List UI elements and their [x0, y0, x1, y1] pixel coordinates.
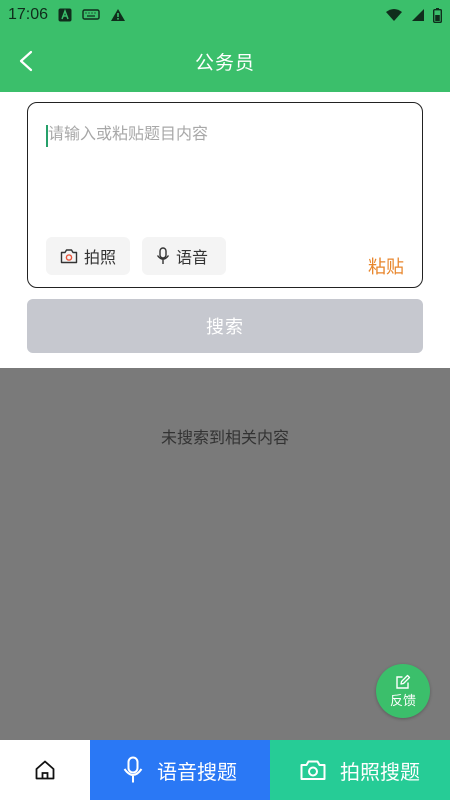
home-icon [35, 760, 55, 780]
voice-search-tab[interactable]: 语音搜题 [90, 740, 270, 800]
keyboard-icon [82, 8, 100, 22]
home-tab[interactable] [0, 740, 90, 800]
photo-search-label: 拍照搜题 [340, 759, 420, 784]
status-left: 17:06 [8, 6, 126, 24]
signal-icon [411, 8, 425, 22]
a-icon [58, 8, 72, 22]
feedback-button[interactable]: 反馈 [376, 664, 430, 718]
warning-icon [110, 8, 126, 22]
battery-icon [433, 7, 442, 23]
camera-icon [300, 760, 326, 780]
photo-search-tab[interactable]: 拍照搜题 [270, 740, 450, 800]
edit-icon [396, 674, 411, 689]
paste-button[interactable]: 粘贴 [368, 253, 404, 279]
back-button[interactable] [10, 44, 44, 78]
microphone-icon [123, 756, 143, 783]
status-bar: 17:06 [0, 0, 450, 30]
search-button[interactable]: 搜索 [27, 299, 423, 353]
voice-chip-label: 语音 [176, 248, 209, 267]
camera-icon [60, 249, 78, 264]
empty-results-text: 未搜索到相关内容 [160, 428, 289, 447]
chevron-left-icon [19, 50, 33, 72]
wifi-icon [385, 8, 403, 22]
status-time: 17:06 [8, 6, 49, 23]
photo-chip-button[interactable]: 拍照 [46, 237, 130, 275]
app-header: 公务员 [0, 30, 450, 92]
question-input-box[interactable]: 拍照 语音 粘贴 [27, 102, 423, 288]
voice-chip-button[interactable]: 语音 [142, 237, 226, 275]
photo-chip-label: 拍照 [84, 248, 117, 267]
status-right [385, 7, 442, 23]
question-input[interactable] [48, 124, 408, 143]
bottom-bar: 语音搜题 拍照搜题 [0, 740, 450, 800]
search-panel: 拍照 语音 粘贴 搜索 [0, 92, 450, 368]
feedback-label: 反馈 [389, 693, 416, 709]
voice-search-label: 语音搜题 [157, 759, 237, 784]
microphone-icon [156, 247, 170, 264]
page-title: 公务员 [194, 51, 255, 74]
